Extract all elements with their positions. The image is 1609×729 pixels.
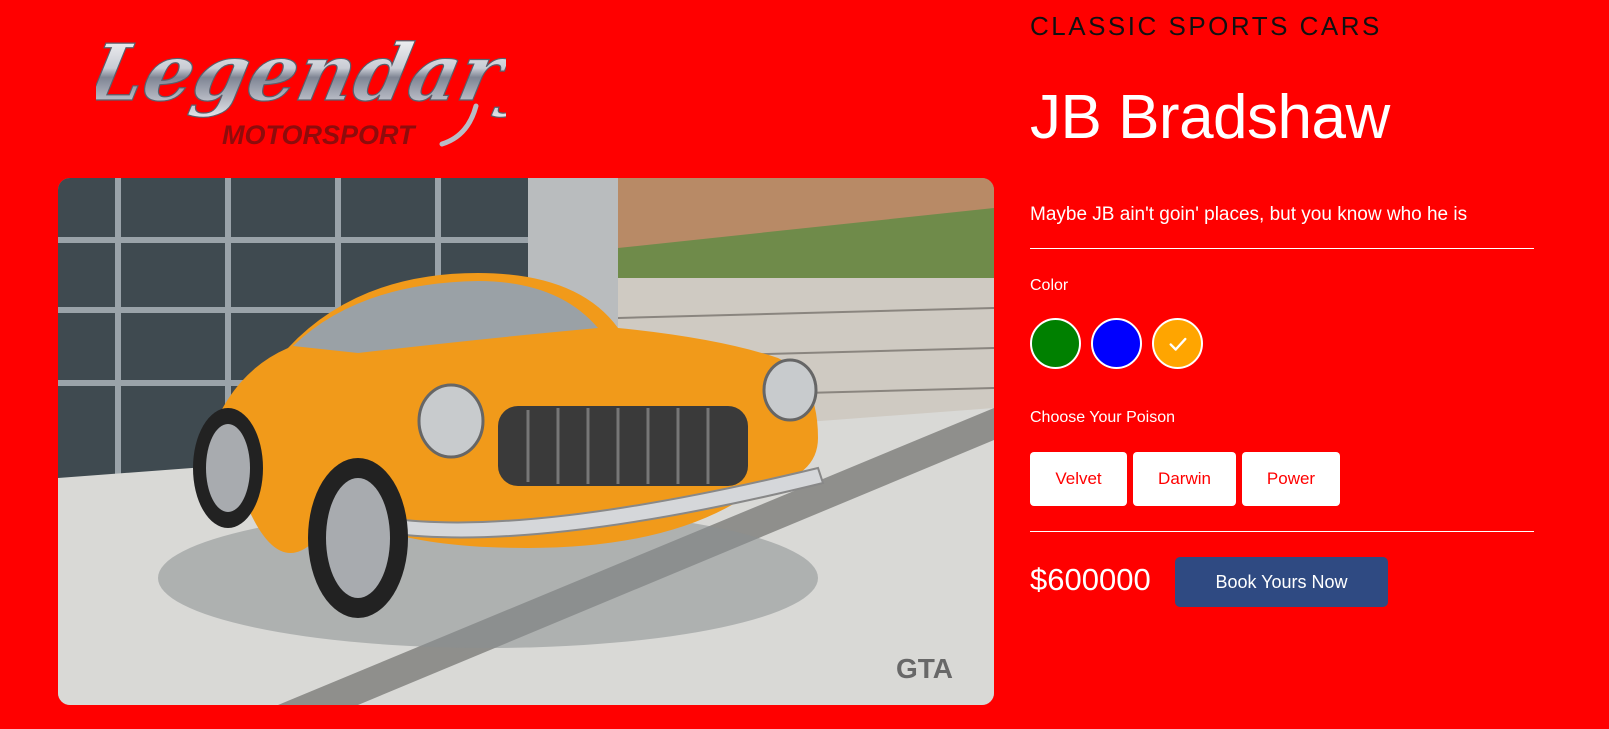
book-now-button[interactable]: Book Yours Now	[1175, 557, 1388, 607]
product-category: CLASSIC SPORTS CARS	[1030, 11, 1382, 41]
divider	[1030, 248, 1534, 249]
legendary-motorsport-logo[interactable]: Legendary MOTORSPORT	[96, 18, 506, 158]
logo-script-text: Legendary	[96, 27, 506, 119]
option-buttons: Velvet Darwin Power	[1030, 452, 1340, 506]
logo-sub-text: MOTORSPORT	[222, 120, 417, 150]
check-icon	[1168, 337, 1187, 351]
options-label: Choose Your Poison	[1030, 409, 1175, 426]
color-swatch-blue[interactable]	[1091, 318, 1142, 369]
product-title: JB Bradshaw	[1030, 83, 1390, 152]
divider	[1030, 531, 1534, 532]
car-photo: GTA	[58, 178, 994, 705]
color-swatch-orange[interactable]	[1152, 318, 1203, 369]
product-description: Maybe JB ain't goin' places, but you kno…	[1030, 204, 1468, 225]
option-power-button[interactable]: Power	[1242, 452, 1340, 506]
photo-watermark: GTA	[896, 653, 953, 684]
option-darwin-button[interactable]: Darwin	[1133, 452, 1236, 506]
color-swatches	[1030, 318, 1203, 369]
product-price: $600000	[1030, 562, 1151, 597]
option-velvet-button[interactable]: Velvet	[1030, 452, 1127, 506]
product-page: Legendary MOTORSPORT GTA CLASSIC SPORTS …	[0, 0, 1609, 729]
color-swatch-green[interactable]	[1030, 318, 1081, 369]
color-label: Color	[1030, 277, 1069, 294]
